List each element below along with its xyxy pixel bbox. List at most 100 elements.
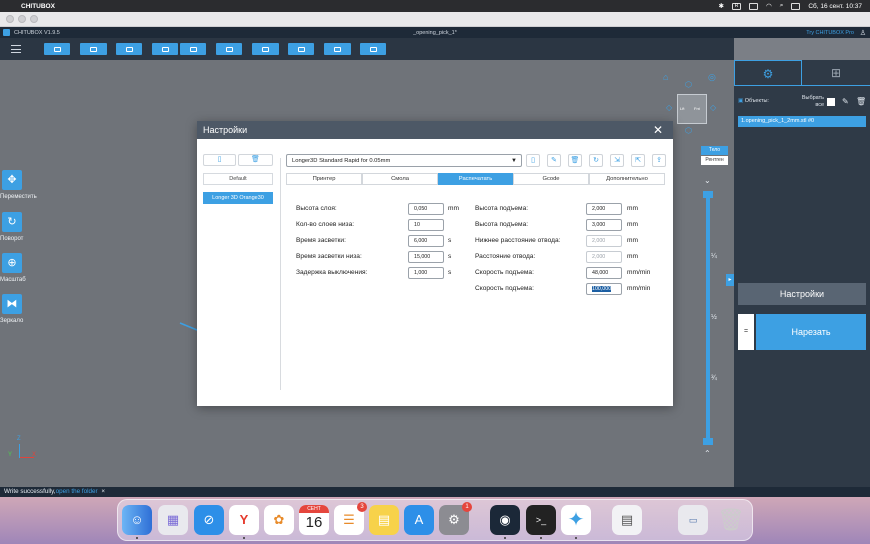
safari-icon[interactable]: ⊘	[194, 505, 224, 535]
keyboard-layout-icon[interactable]: R	[732, 2, 742, 10]
collapse-panel-icon[interactable]: ▸	[726, 274, 734, 286]
bottom-layers-input[interactable]: 10	[408, 219, 444, 231]
app-store-icon[interactable]: A	[404, 505, 434, 535]
move-tool-icon[interactable]: ✥	[2, 170, 22, 190]
cube-left-face[interactable]: Lft	[680, 106, 684, 111]
document-icon[interactable]: ▤	[612, 505, 642, 535]
view-down-arrow-icon[interactable]: ⬡	[685, 126, 692, 135]
wifi-icon[interactable]: ◠	[766, 2, 772, 10]
bottom-lift-distance-input[interactable]: 2,000	[586, 203, 622, 215]
lift-speed-input[interactable]: 100,000	[586, 283, 622, 295]
export-preset-icon[interactable]: ⇱	[631, 154, 645, 167]
view-cube[interactable]: Lft Fnt	[677, 94, 707, 124]
calendar-icon[interactable]: СЕНТ 16	[299, 505, 329, 535]
view-left-arrow-icon[interactable]: ◇	[666, 103, 672, 112]
trash-icon[interactable]: 🗑	[716, 505, 746, 535]
slice-button[interactable]: Нарезать	[756, 314, 866, 350]
downloads-stack-icon[interactable]: ▭	[678, 505, 708, 535]
redo-button[interactable]	[180, 43, 206, 55]
new-profile-icon[interactable]: ▯	[203, 154, 236, 166]
search-icon[interactable]: ⌕	[780, 2, 784, 10]
menu-icon[interactable]	[11, 45, 21, 53]
exposure-time-input[interactable]: 6,000	[408, 235, 444, 247]
bottom-lift-speed-input[interactable]: 48,000	[586, 267, 622, 279]
tab-support-icon[interactable]: ⊞	[802, 60, 870, 86]
tab-gcode[interactable]: Gcode	[513, 173, 589, 185]
steam-icon[interactable]: ◉	[490, 505, 520, 535]
menubar-clock[interactable]: Сб, 16 сент. 10:37	[808, 3, 862, 10]
view-up-arrow-icon[interactable]: ⬡	[685, 80, 692, 89]
bottom-exposure-input[interactable]: 15,000	[408, 251, 444, 263]
perspective-icon[interactable]: ◎	[708, 72, 716, 83]
light-off-delay-input[interactable]: 1,000	[408, 267, 444, 279]
object-list-item[interactable]: 1.opening_pick_1_2mm.stl #0	[738, 116, 866, 127]
edit-icon[interactable]: ✎	[842, 97, 849, 106]
minimize-window-button[interactable]	[18, 15, 26, 23]
launchpad-icon[interactable]: ▦	[158, 505, 188, 535]
refresh-preset-icon[interactable]: ↻	[589, 154, 603, 167]
terminal-icon[interactable]: >_	[526, 505, 556, 535]
reminders-icon[interactable]: ☰ 3	[334, 502, 367, 535]
system-settings-icon[interactable]: ⚙ 1	[439, 502, 472, 535]
lift-distance-input[interactable]: 3,000	[586, 219, 622, 231]
slice-options-button[interactable]: =	[738, 314, 754, 350]
xray-mode-button[interactable]: Рентген	[701, 156, 728, 165]
open-file-button[interactable]	[44, 43, 70, 55]
arrange-button[interactable]	[252, 43, 279, 55]
edit-preset-icon[interactable]: ✎	[547, 154, 561, 167]
control-center-icon[interactable]	[791, 2, 801, 10]
delete-profile-icon[interactable]: 🗑	[238, 154, 273, 166]
slider-expand-icon[interactable]: ⌃	[704, 449, 711, 458]
battery-icon[interactable]	[749, 2, 759, 10]
select-all-checkbox[interactable]	[827, 98, 835, 106]
tab-settings-gear-icon[interactable]: ⚙	[734, 60, 802, 86]
scale-tool-icon[interactable]: ⊕	[2, 253, 22, 273]
retract-distance-input[interactable]: 2,000	[586, 251, 622, 263]
bluetooth-icon[interactable]: ✱	[719, 2, 724, 10]
slider-collapse-icon[interactable]: ⌄	[704, 176, 711, 185]
printer-profile-item[interactable]: Longer 3D Orange30	[203, 192, 273, 204]
undo-button[interactable]	[152, 43, 178, 55]
slider-top-handle[interactable]	[703, 191, 713, 198]
hollow-button[interactable]	[324, 43, 351, 55]
delete-icon[interactable]: 🗑	[856, 97, 866, 106]
view-right-arrow-icon[interactable]: ◇	[710, 103, 716, 112]
zoom-window-button[interactable]	[30, 15, 38, 23]
tools-button[interactable]	[360, 43, 386, 55]
slider-bottom-handle[interactable]	[703, 438, 713, 445]
solid-mode-button[interactable]: Тело	[701, 146, 728, 155]
tab-resin[interactable]: Смола	[362, 173, 438, 185]
support-button[interactable]	[288, 43, 314, 55]
cube-front-face[interactable]: Fnt	[694, 106, 700, 111]
rotate-tool-icon[interactable]: ↻	[2, 212, 22, 232]
delete-preset-icon[interactable]: 🗑	[568, 154, 582, 167]
tab-print[interactable]: Распечатать	[438, 173, 513, 185]
home-view-icon[interactable]: ⌂	[663, 72, 668, 82]
close-window-button[interactable]	[6, 15, 14, 23]
mirror-tool-icon[interactable]: ⧓	[2, 294, 22, 314]
try-pro-link[interactable]: Try CHITUBOX Pro	[806, 30, 854, 36]
layer-height-input[interactable]: 0,050	[408, 203, 444, 215]
settings-button[interactable]: Настройки	[738, 283, 866, 305]
tab-printer[interactable]: Принтер	[286, 173, 362, 185]
new-preset-icon[interactable]: ▯	[526, 154, 540, 167]
bottom-retract-distance-input[interactable]: 2,000	[586, 235, 622, 247]
tab-advanced[interactable]: Дополнительно	[589, 173, 665, 185]
screenshot-button[interactable]	[216, 43, 242, 55]
import-preset-icon[interactable]: ⇲	[610, 154, 624, 167]
share-preset-icon[interactable]: ⇪	[652, 154, 666, 167]
photos-icon[interactable]: ✿	[264, 505, 294, 535]
open-project-button[interactable]	[116, 43, 142, 55]
finder-icon[interactable]: ☺	[122, 505, 152, 535]
open-folder-link[interactable]: open the folder	[56, 488, 98, 495]
preset-select[interactable]: Longer3D Standard Rapid for 0.05mm ▼	[286, 154, 522, 167]
user-icon[interactable]: ♙	[860, 29, 866, 37]
notes-icon[interactable]: ▤	[369, 505, 399, 535]
status-close-icon[interactable]: ×	[101, 488, 105, 495]
close-icon[interactable]: ✕	[653, 121, 663, 139]
menubar-app-name[interactable]: CHITUBOX	[21, 3, 55, 10]
yandex-browser-icon[interactable]: Y	[229, 505, 259, 535]
save-file-button[interactable]	[80, 43, 107, 55]
layer-slider[interactable]	[706, 195, 710, 443]
chitubox-dock-icon[interactable]: ✦	[561, 505, 591, 535]
